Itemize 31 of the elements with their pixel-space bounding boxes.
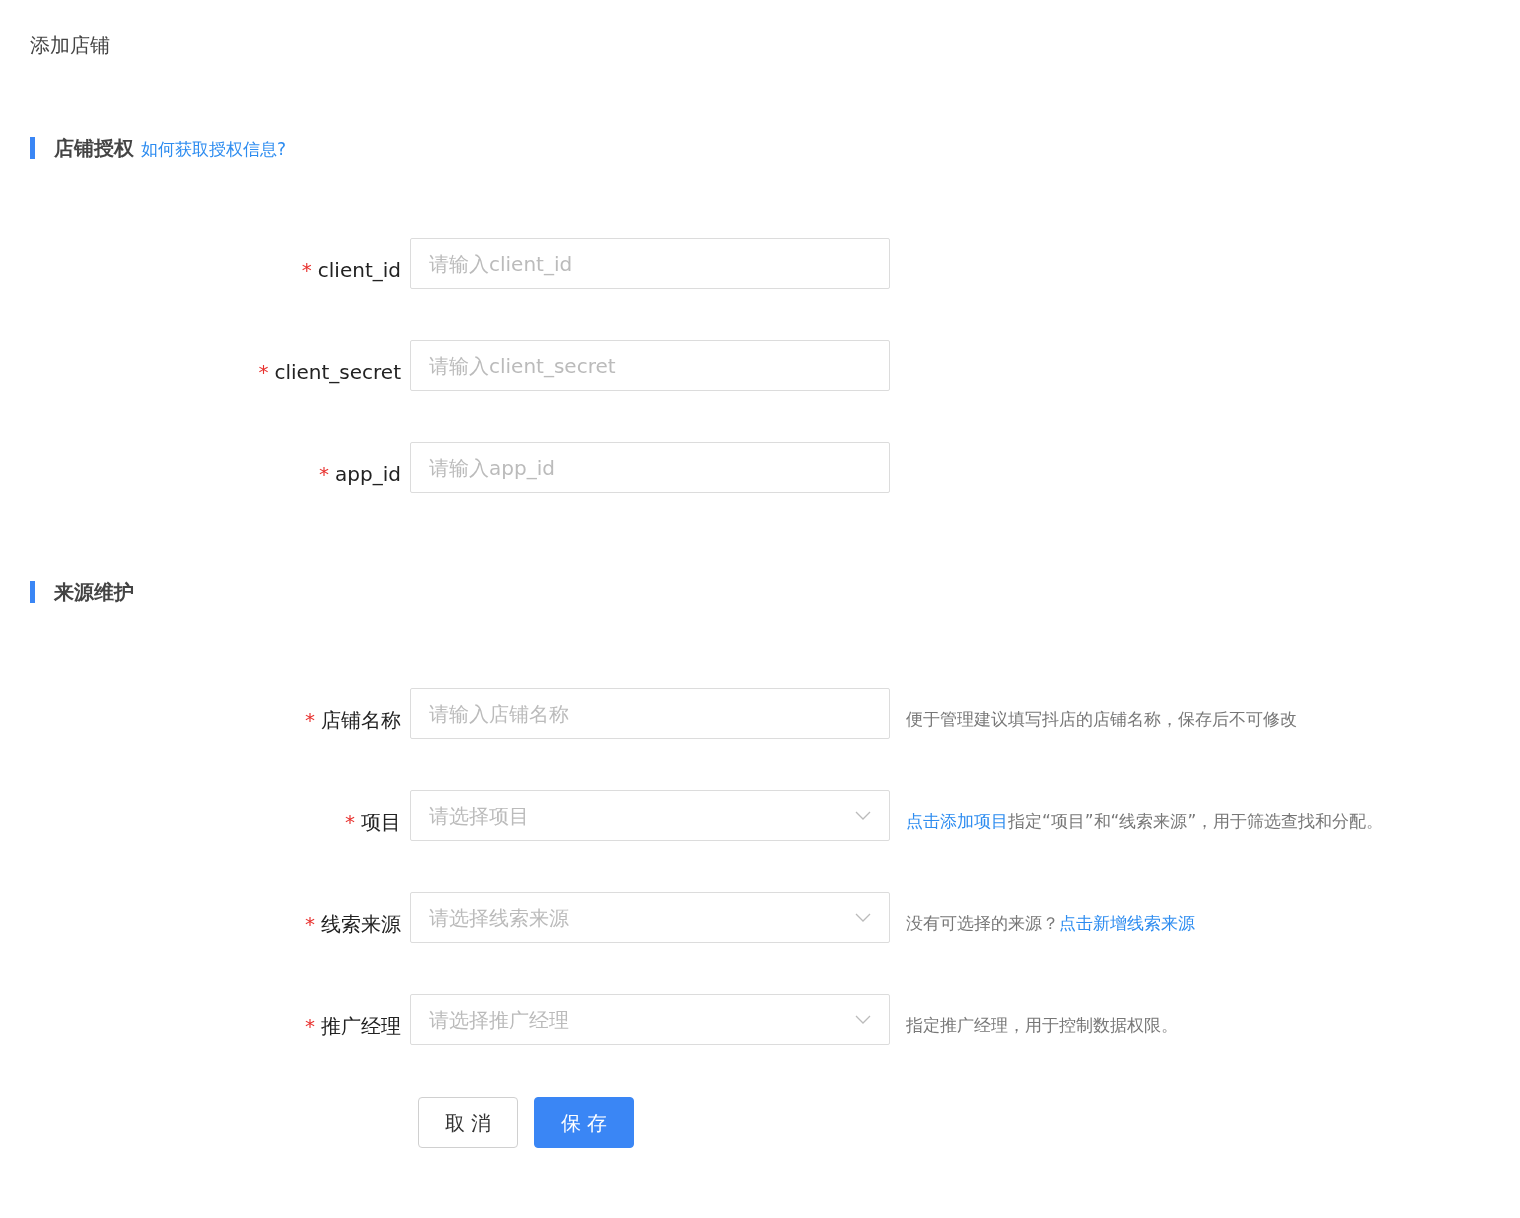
hint-text: 指定推广经理，用于控制数据权限。 bbox=[906, 1014, 1178, 1035]
input-field[interactable]: 请输入app_id bbox=[410, 442, 890, 493]
field-label: * 线索来源 bbox=[304, 910, 401, 938]
field-label: * 项目 bbox=[344, 808, 401, 836]
hint-text: 便于管理建议填写抖店的店铺名称，保存后不可修改 bbox=[906, 708, 1297, 729]
help-link[interactable]: 如何获取授权信息? bbox=[141, 136, 287, 163]
field-label: * client_secret bbox=[257, 358, 401, 386]
field-label: * client_id bbox=[300, 256, 401, 284]
section-marker bbox=[30, 581, 35, 603]
chevron-down-icon bbox=[855, 1015, 871, 1024]
input-field[interactable]: 请输入店铺名称 bbox=[410, 688, 890, 739]
field-label: * app_id bbox=[318, 460, 401, 488]
section-marker bbox=[30, 137, 35, 159]
chevron-down-icon bbox=[855, 913, 871, 922]
cancel-button[interactable]: 取 消 bbox=[418, 1097, 518, 1148]
input-field[interactable]: 请输入client_secret bbox=[410, 340, 890, 391]
field-label: * 推广经理 bbox=[304, 1012, 401, 1040]
hint-text: 指定“项目”和“线索来源”，用于筛选查找和分配。 bbox=[1008, 810, 1384, 831]
field-label: * 店铺名称 bbox=[304, 706, 401, 734]
select-field[interactable]: 请选择线索来源 bbox=[410, 892, 890, 943]
hint-link[interactable]: 点击新增线索来源 bbox=[1059, 912, 1195, 933]
section-title: 来源维护 bbox=[54, 579, 134, 606]
input-field[interactable]: 请输入client_id bbox=[410, 238, 890, 289]
hint-text: 没有可选择的来源？ bbox=[906, 912, 1059, 933]
page-title: 添加店铺 bbox=[30, 32, 111, 59]
save-button[interactable]: 保 存 bbox=[534, 1097, 634, 1148]
hint-link[interactable]: 点击添加项目 bbox=[906, 810, 1008, 831]
chevron-down-icon bbox=[855, 811, 871, 820]
select-field[interactable]: 请选择项目 bbox=[410, 790, 890, 841]
select-field[interactable]: 请选择推广经理 bbox=[410, 994, 890, 1045]
section-title: 店铺授权 bbox=[54, 135, 134, 162]
